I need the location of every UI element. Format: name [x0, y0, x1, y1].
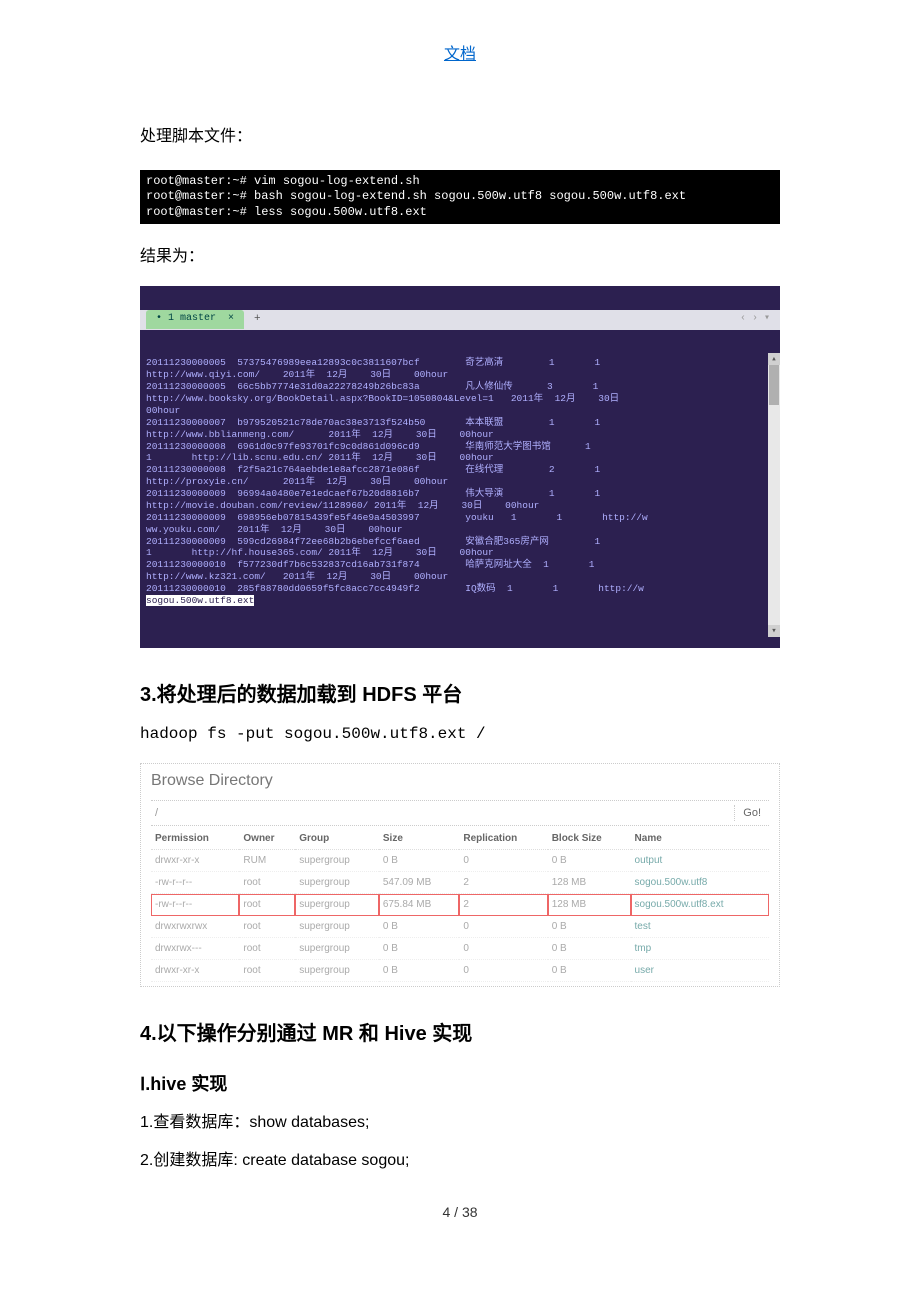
cell-perm: -rw-r--r--	[151, 894, 239, 916]
terminal-scrollbar[interactable]: ▴ ▾	[768, 353, 780, 636]
cell-group: supergroup	[295, 894, 379, 916]
cell-owner: root	[239, 872, 295, 894]
terminal-body-text: 20111230000005 57375476989eea12893c0c381…	[146, 357, 648, 594]
section-3-title: 3.将处理后的数据加载到 HDFS 平台	[140, 678, 780, 707]
cell-perm: drwxr-xr-x	[151, 850, 239, 872]
cell-size: 0 B	[379, 850, 459, 872]
cell-perm: -rw-r--r--	[151, 872, 239, 894]
cell-group: supergroup	[295, 916, 379, 938]
scroll-down-icon[interactable]: ▾	[768, 625, 780, 637]
header-link-wrap: 文档	[140, 40, 780, 64]
cell-rep: 2	[459, 894, 547, 916]
hive-subtitle: Ⅰ.hive 实现	[140, 1070, 780, 1096]
cell-owner: RUM	[239, 850, 295, 872]
term1-line3: root@master:~# less sogou.500w.utf8.ext	[146, 205, 427, 219]
terminal-result: • 1 master × + ‹ › ▾ 20111230000005 5737…	[140, 286, 780, 649]
section-4-title: 4.以下操作分别通过 MR 和 Hive 实现	[140, 1017, 780, 1046]
cell-rep: 2	[459, 872, 547, 894]
terminal-content: 20111230000005 57375476989eea12893c0c381…	[140, 353, 780, 636]
cell-size: 675.84 MB	[379, 894, 459, 916]
hdfs-go-button[interactable]: Go!	[734, 805, 769, 821]
terminal-tab-plus[interactable]: +	[248, 311, 267, 329]
table-row: -rw-r--r--rootsupergroup675.84 MB2128 MB…	[151, 894, 769, 916]
col-blocksize: Block Size	[548, 828, 631, 850]
col-replication: Replication	[459, 828, 547, 850]
table-row: -rw-r--r--rootsupergroup547.09 MB2128 MB…	[151, 872, 769, 894]
hdfs-title: Browse Directory	[151, 772, 769, 790]
hive-step-2: 2.创建数据库: create database sogou;	[140, 1148, 780, 1174]
header-link[interactable]: 文档	[444, 46, 476, 63]
term1-line2: root@master:~# bash sogou-log-extend.sh …	[146, 189, 686, 203]
cell-block: 0 B	[548, 850, 631, 872]
terminal-black: root@master:~# vim sogou-log-extend.sh r…	[140, 170, 780, 225]
cell-perm: drwxr-xr-x	[151, 960, 239, 982]
cell-rep: 0	[459, 960, 547, 982]
cell-size: 0 B	[379, 938, 459, 960]
cell-block: 0 B	[548, 938, 631, 960]
hdfs-table: Permission Owner Group Size Replication …	[151, 828, 769, 982]
hadoop-cmd: hadoop fs -put sogou.500w.utf8.ext /	[140, 725, 780, 743]
table-row: drwxrwxrwxrootsupergroup0 B00 Btest	[151, 916, 769, 938]
col-size: Size	[379, 828, 459, 850]
terminal-tab-right-controls: ‹ › ▾	[740, 313, 780, 326]
page-number: 4 / 38	[140, 1204, 780, 1220]
cell-group: supergroup	[295, 938, 379, 960]
table-row: drwxrwx---rootsupergroup0 B00 Btmp	[151, 938, 769, 960]
cell-name[interactable]: tmp	[631, 938, 769, 960]
cell-size: 547.09 MB	[379, 872, 459, 894]
scroll-thumb[interactable]	[769, 365, 779, 405]
cell-block: 0 B	[548, 916, 631, 938]
cell-rep: 0	[459, 850, 547, 872]
cell-owner: root	[239, 916, 295, 938]
cell-group: supergroup	[295, 850, 379, 872]
hdfs-browser: Browse Directory / Go! Permission Owner …	[140, 763, 780, 987]
hive-step-1: 1.查看数据库：show databases;	[140, 1110, 780, 1136]
cell-block: 0 B	[548, 960, 631, 982]
hdfs-path-row: / Go!	[151, 800, 769, 826]
cell-perm: drwxrwx---	[151, 938, 239, 960]
cell-name[interactable]: sogou.500w.utf8.ext	[631, 894, 769, 916]
cell-name[interactable]: output	[631, 850, 769, 872]
cell-rep: 0	[459, 916, 547, 938]
scroll-up-icon[interactable]: ▴	[768, 353, 780, 365]
cell-group: supergroup	[295, 960, 379, 982]
cell-group: supergroup	[295, 872, 379, 894]
terminal-tab-bar: • 1 master × + ‹ › ▾	[140, 310, 780, 330]
cell-name[interactable]: test	[631, 916, 769, 938]
hdfs-header-row: Permission Owner Group Size Replication …	[151, 828, 769, 850]
hdfs-path-input[interactable]: /	[151, 805, 734, 821]
cell-size: 0 B	[379, 916, 459, 938]
cell-owner: root	[239, 894, 295, 916]
term1-line1: root@master:~# vim sogou-log-extend.sh	[146, 174, 420, 188]
terminal-cursor-line: sogou.500w.utf8.ext	[146, 595, 254, 606]
cell-size: 0 B	[379, 960, 459, 982]
col-permission: Permission	[151, 828, 239, 850]
col-owner: Owner	[239, 828, 295, 850]
para-process-script: 处理脚本文件：	[140, 124, 780, 150]
cell-owner: root	[239, 938, 295, 960]
cell-name[interactable]: sogou.500w.utf8	[631, 872, 769, 894]
cell-perm: drwxrwxrwx	[151, 916, 239, 938]
cell-rep: 0	[459, 938, 547, 960]
cell-block: 128 MB	[548, 872, 631, 894]
table-row: drwxr-xr-xrootsupergroup0 B00 Buser	[151, 960, 769, 982]
col-name: Name	[631, 828, 769, 850]
cell-block: 128 MB	[548, 894, 631, 916]
para-result: 结果为：	[140, 244, 780, 270]
table-row: drwxr-xr-xRUMsupergroup0 B00 Boutput	[151, 850, 769, 872]
cell-name[interactable]: user	[631, 960, 769, 982]
terminal-tab-active[interactable]: • 1 master ×	[146, 310, 244, 329]
col-group: Group	[295, 828, 379, 850]
cell-owner: root	[239, 960, 295, 982]
